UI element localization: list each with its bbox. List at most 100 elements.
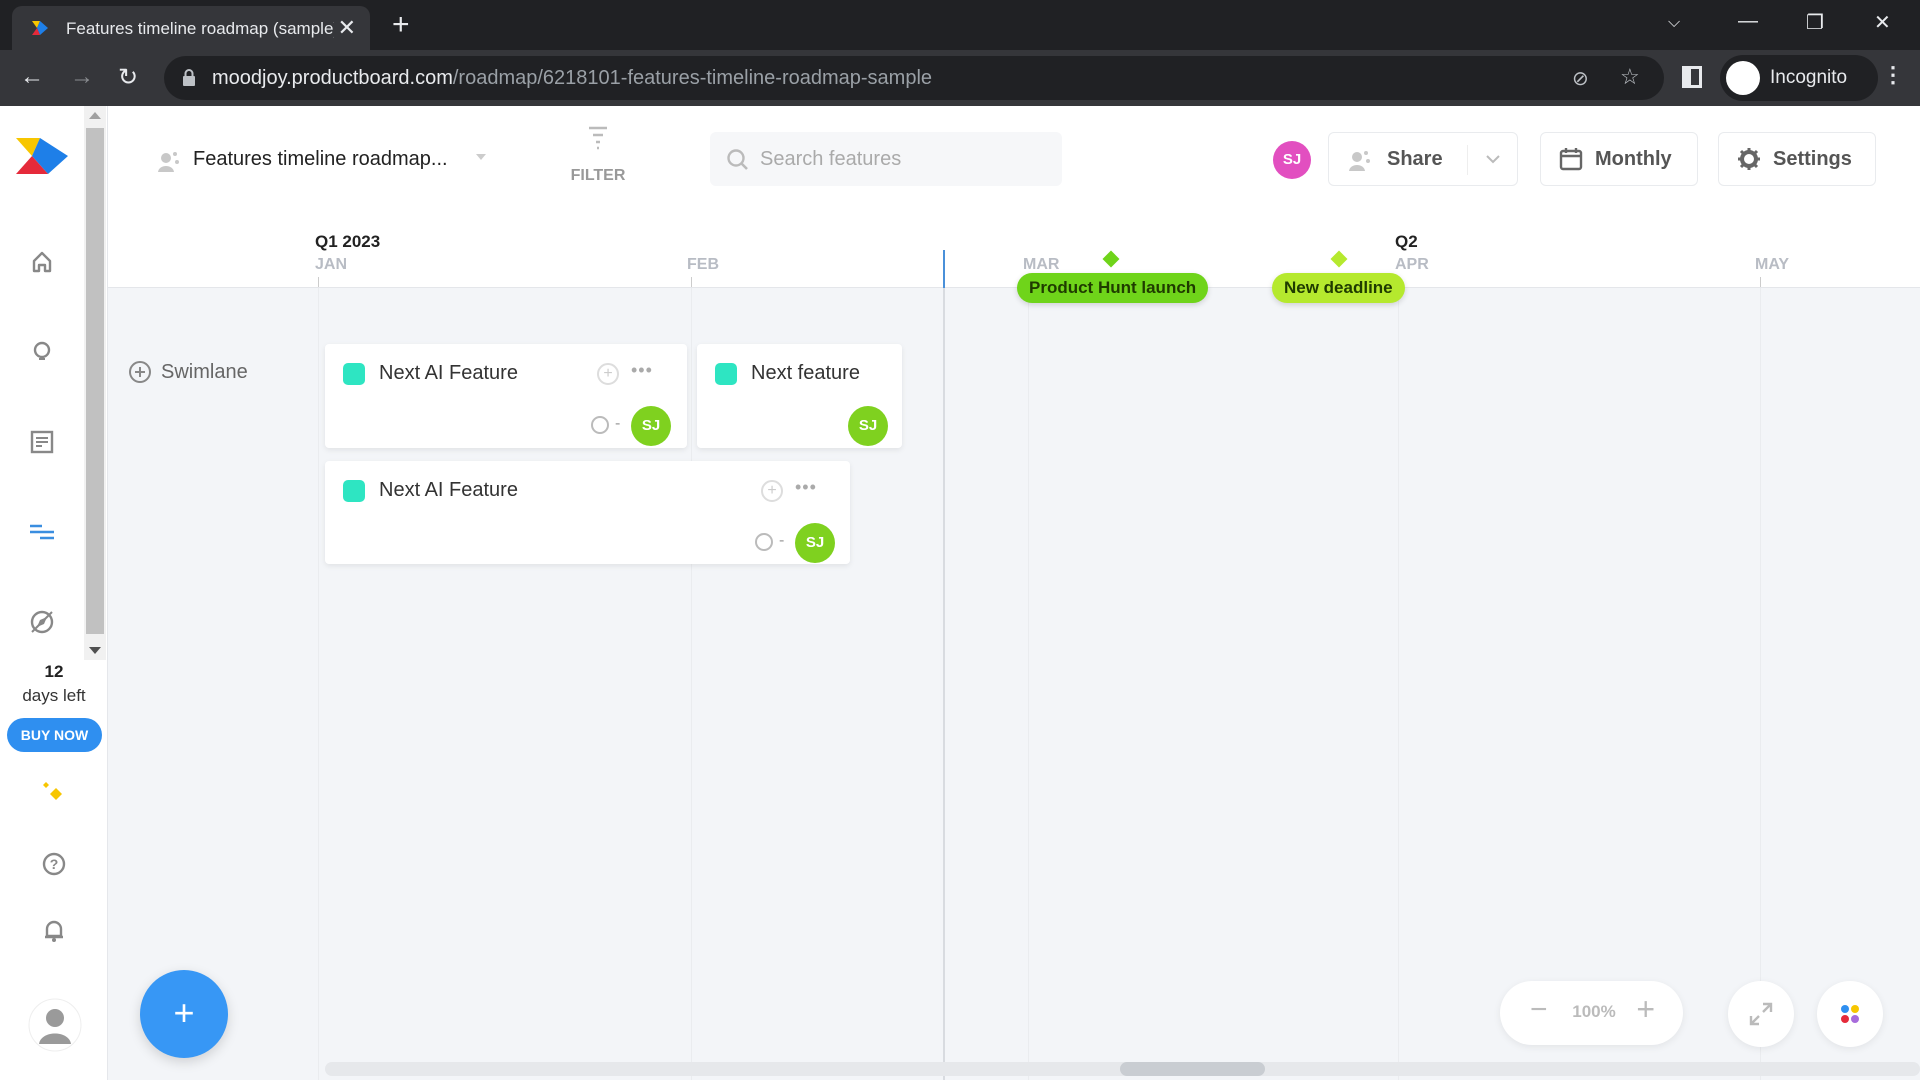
settings-button[interactable]: Settings [1718,132,1876,186]
team-icon [158,152,179,172]
month-guide-apr [1398,288,1399,1080]
home-icon[interactable] [26,246,58,278]
roadmap-toolbar: Features timeline roadmap... FILTER SJ [108,106,1920,224]
today-marker [943,250,945,288]
roadmap-icon[interactable] [26,516,58,548]
fullscreen-button[interactable] [1728,981,1794,1047]
incognito-icon [1726,61,1760,95]
zoom-in-button[interactable]: + [1636,991,1655,1028]
filter-label: FILTER [570,167,626,184]
add-circle-icon [129,361,151,383]
month-label: MAY [1755,256,1790,273]
lock-icon [183,69,195,86]
tracking-blocked-eye-icon[interactable]: ⊘ [1572,66,1589,91]
owner-avatar[interactable]: SJ [795,523,835,563]
sidebar-scrollbar[interactable] [84,106,106,660]
app-root: 12 days left BUY NOW ? Features timeline… [0,106,1920,1080]
feature-title: Next AI Feature [379,479,518,501]
month-label: JAN [315,256,348,273]
gear-icon [1738,148,1760,170]
share-button-group: Share [1328,132,1518,186]
share-options-chevron-down-icon[interactable] [1485,153,1501,165]
bookmark-star-icon[interactable]: ☆ [1620,64,1640,90]
zoom-control: − 100% + [1500,981,1683,1045]
productboard-favicon-icon [32,21,48,35]
month-guide-may [1760,288,1761,1080]
owner-avatar[interactable]: SJ [848,406,888,446]
feature-card[interactable]: Next AI Feature + ••• - SJ [325,344,687,448]
scroll-down-arrow-icon[interactable] [89,647,101,654]
month-tick [691,277,692,287]
milestone-new-deadline[interactable]: New deadline [1272,273,1405,303]
calendar-icon [1559,148,1583,171]
incognito-label: Incognito [1770,67,1848,88]
today-line [943,250,945,1080]
month-label: FEB [687,256,719,273]
zoom-out-button[interactable]: − [1530,993,1548,1027]
monthly-view-button[interactable]: Monthly [1540,132,1698,186]
feature-status-swatch [715,363,737,385]
month-tick [1760,277,1761,287]
lightbulb-icon[interactable] [26,336,58,368]
current-user-avatar[interactable]: SJ [1273,141,1311,179]
search-features-input[interactable] [760,144,1050,174]
feature-title: Next AI Feature [379,362,518,384]
productboard-logo[interactable] [14,136,70,176]
feature-card[interactable]: Next AI Feature + ••• - SJ [325,461,850,564]
milestone-product-hunt-launch[interactable]: Product Hunt launch [1017,273,1209,303]
feature-status-swatch [343,363,365,385]
minimize-icon[interactable]: — [1738,10,1758,33]
share-label: Share [1387,148,1443,170]
month-guide-feb [691,288,692,1080]
incognito-badge[interactable]: Incognito [1720,55,1878,101]
restore-icon[interactable]: ❐ [1806,10,1824,35]
help-icon[interactable]: ? [38,848,70,880]
clock-icon [591,416,609,434]
settings-label: Settings [1773,148,1852,170]
filter-button[interactable]: FILTER [558,126,638,186]
close-tab-icon[interactable]: ✕ [338,15,356,41]
new-tab-button[interactable]: + [392,8,410,42]
compass-icon[interactable] [26,606,58,638]
trial-days-count: 12 [44,662,64,681]
feature-card[interactable]: Next feature SJ [697,344,902,448]
add-swimlane-button[interactable]: Swimlane [128,361,248,384]
document-icon[interactable] [26,426,58,458]
back-icon[interactable]: ← [20,63,44,91]
sparkle-icon[interactable] [38,778,70,810]
scroll-up-arrow-icon[interactable] [89,112,101,119]
horizontal-scrollbar-thumb[interactable] [1120,1062,1265,1076]
reload-icon[interactable]: ↻ [118,63,138,92]
zoom-level: 100% [1572,1002,1616,1021]
svg-text:?: ? [50,856,59,872]
feature-date: - [779,532,785,549]
add-feature-fab[interactable]: + [140,970,228,1058]
sidebar-scrollbar-thumb[interactable] [86,128,104,634]
horizontal-scrollbar[interactable] [325,1062,1920,1076]
url-bar[interactable]: moodjoy.productboard.com/roadmap/6218101… [164,56,1664,100]
browser-tab[interactable]: Features timeline roadmap (sample) ✕ [12,6,370,50]
add-subfeature-icon[interactable]: + [761,480,783,502]
more-options-icon[interactable]: ••• [795,477,817,498]
tab-search-icon[interactable]: ⌵ [1668,14,1680,32]
month-label: MAR [1023,256,1060,273]
add-subfeature-icon[interactable]: + [597,363,619,385]
more-options-icon[interactable]: ••• [631,360,653,381]
roadmap-title-dropdown[interactable]: Features timeline roadmap... [193,148,448,171]
owner-avatar[interactable]: SJ [631,406,671,446]
forward-icon[interactable]: → [70,63,94,91]
view-label: Monthly [1595,148,1672,170]
quarter-label: Q1 2023 [315,232,381,251]
share-button[interactable]: Share [1329,133,1467,185]
window-close-icon[interactable]: ✕ [1874,10,1891,35]
buy-now-button[interactable]: BUY NOW [7,718,102,752]
apps-button[interactable] [1817,981,1883,1047]
url-host: moodjoy.productboard.com [212,67,453,89]
title-chevron-down-icon[interactable] [476,154,486,160]
tab-title: Features timeline roadmap (sample) [66,19,334,38]
bell-icon[interactable] [38,914,70,946]
user-avatar[interactable] [28,998,82,1052]
side-panel-icon[interactable] [1682,66,1702,88]
browser-menu-icon[interactable]: ⋮ [1882,62,1904,88]
search-icon [727,149,748,170]
